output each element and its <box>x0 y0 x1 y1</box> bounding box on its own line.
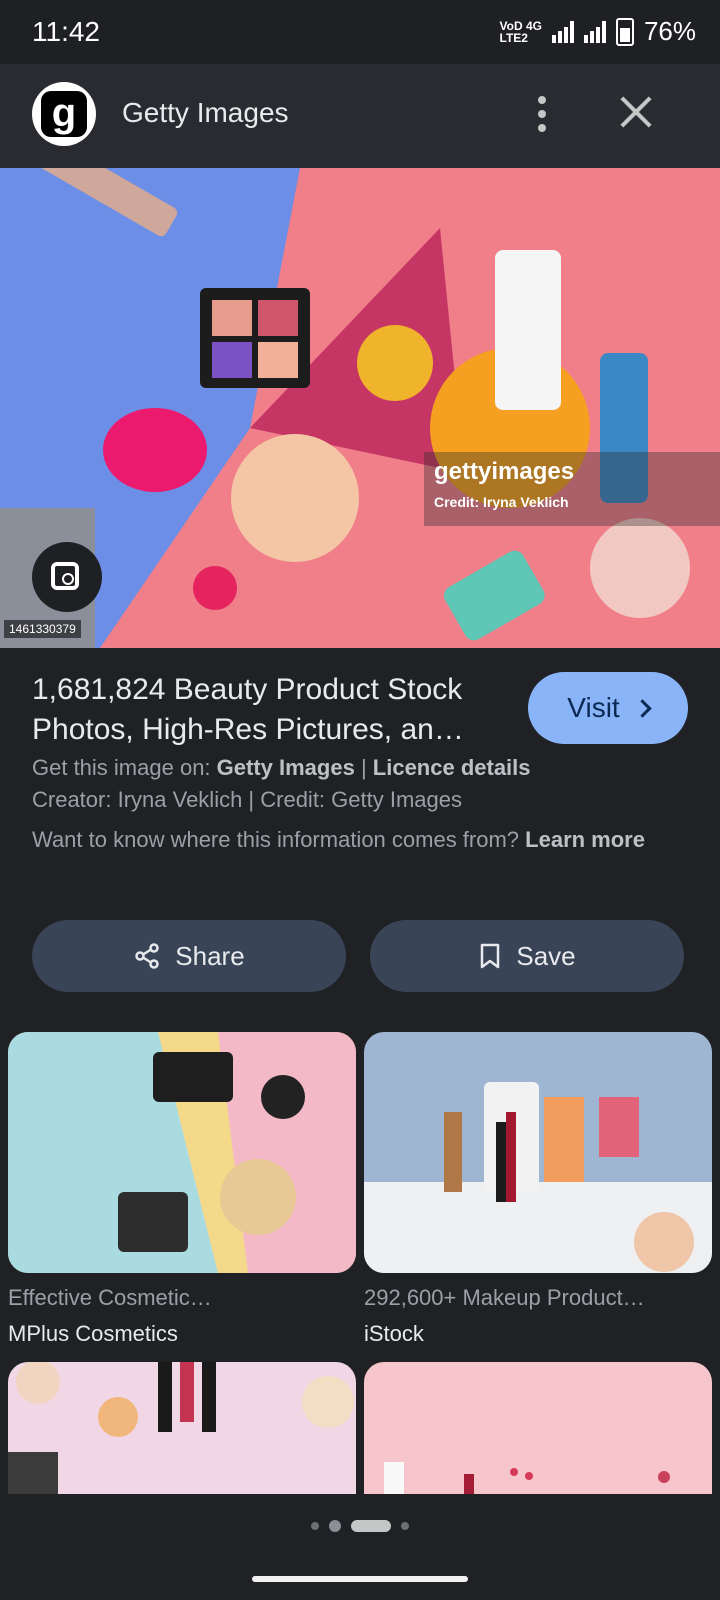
gesture-nav-handle[interactable] <box>252 1576 468 1582</box>
creator-line: Creator: Iryna Veklich | Credit: Getty I… <box>32 787 462 812</box>
related-card[interactable] <box>8 1362 356 1494</box>
getty-logo-icon: g <box>41 91 87 137</box>
signal-icon-2 <box>583 20 606 43</box>
lens-icon <box>51 562 79 590</box>
learn-more-link[interactable]: Learn more <box>525 827 645 852</box>
main-image[interactable]: gettyimages Credit: Iryna Veklich 146133… <box>0 168 720 648</box>
signal-icon <box>551 20 574 43</box>
related-title: Effective Cosmetic… <box>8 1285 212 1310</box>
related-source: MPlus Cosmetics <box>8 1321 178 1346</box>
cosmetics-photo <box>0 168 720 648</box>
related-card[interactable]: Effective Cosmetic… MPlus Cosmetics <box>8 1032 356 1347</box>
source-link[interactable]: Getty Images <box>217 755 355 780</box>
save-label: Save <box>516 940 576 971</box>
status-bar: 11:42 VoD 4G LTE2 76% <box>0 0 720 64</box>
chevron-right-icon <box>632 698 652 718</box>
image-id: 1461330379 <box>4 620 81 638</box>
close-icon[interactable] <box>618 94 654 130</box>
more-options-icon[interactable] <box>530 94 554 134</box>
page-dot-active[interactable] <box>351 1520 391 1532</box>
source-line: Get this image on: Getty Images | Licenc… <box>32 755 531 780</box>
licence-link[interactable]: Licence details <box>373 755 531 780</box>
site-title: Getty Images <box>122 97 289 128</box>
status-time: 11:42 <box>32 16 100 47</box>
bookmark-icon <box>478 942 502 970</box>
visit-label: Visit <box>567 692 620 723</box>
related-card[interactable] <box>364 1362 712 1494</box>
watermark: gettyimages Credit: Iryna Veklich <box>424 452 720 526</box>
share-label: Share <box>175 940 245 971</box>
visit-button[interactable]: Visit <box>528 672 688 744</box>
site-logo: g <box>32 82 96 146</box>
save-button[interactable]: Save <box>370 920 684 992</box>
share-button[interactable]: Share <box>32 920 346 992</box>
result-title[interactable]: 1,681,824 Beauty Product Stock Photos, H… <box>32 670 500 750</box>
related-source: iStock <box>364 1321 424 1346</box>
page-indicator <box>0 1494 720 1558</box>
watermark-logo: gettyimages <box>434 458 575 485</box>
result-details: 1,681,824 Beauty Product Stock Photos, H… <box>0 648 720 1494</box>
page-dot[interactable] <box>401 1522 409 1530</box>
battery-icon <box>615 17 634 46</box>
watermark-credit: Credit: Iryna Veklich <box>434 494 569 510</box>
related-card[interactable]: 292,600+ Makeup Product… iStock <box>364 1032 712 1347</box>
page-dot[interactable] <box>329 1520 341 1532</box>
related-title: 292,600+ Makeup Product… <box>364 1285 645 1310</box>
result-header: g Getty Images <box>0 64 720 168</box>
related-thumbnail[interactable] <box>8 1362 356 1494</box>
info-line: Want to know where this information come… <box>32 827 645 852</box>
related-thumbnail[interactable] <box>364 1362 712 1494</box>
image-meta: Get this image on: Getty Images | Licenc… <box>32 752 682 856</box>
network-indicator: VoD 4G LTE2 <box>499 18 542 45</box>
page-dot[interactable] <box>311 1522 319 1530</box>
related-thumbnail[interactable] <box>364 1032 712 1273</box>
lens-button[interactable] <box>32 542 102 612</box>
related-thumbnail[interactable] <box>8 1032 356 1273</box>
battery-percent: 76% <box>643 16 696 46</box>
status-icons: VoD 4G LTE2 76% <box>500 16 697 47</box>
share-icon <box>133 942 161 970</box>
